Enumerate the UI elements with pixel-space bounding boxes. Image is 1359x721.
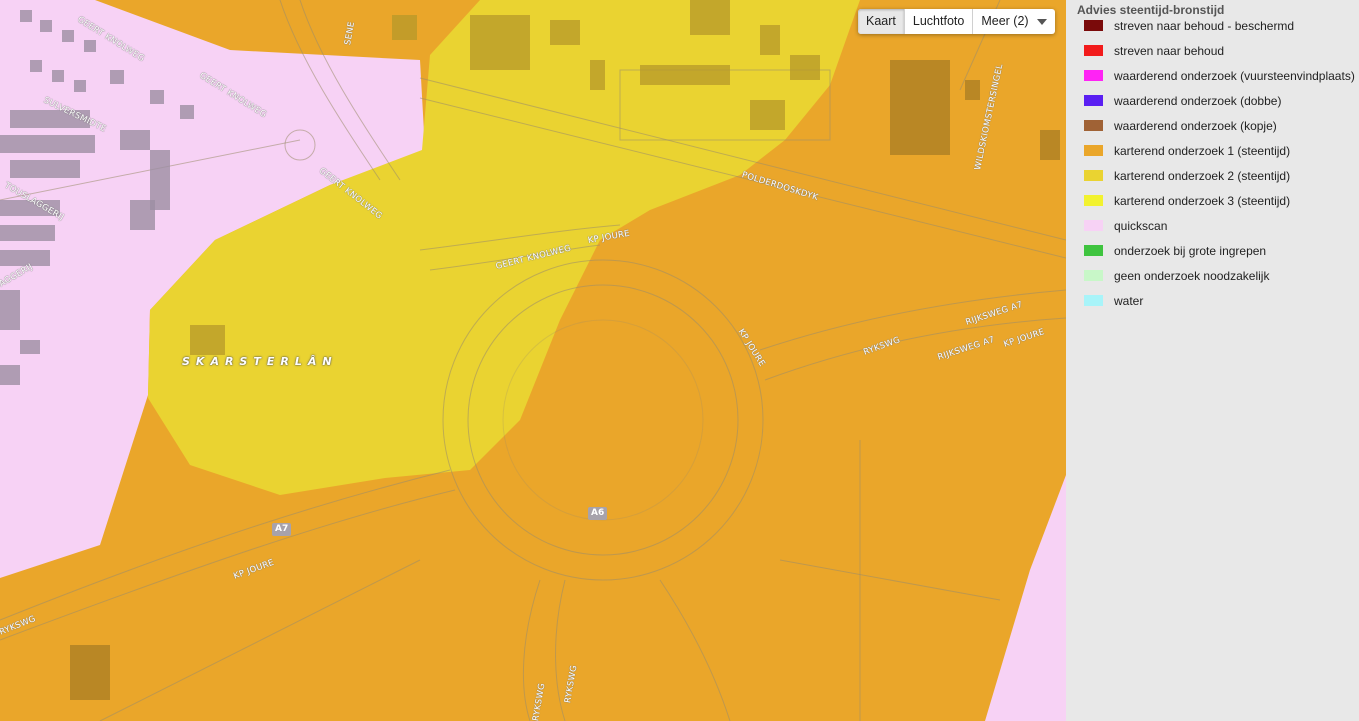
legend-swatch xyxy=(1084,20,1103,31)
meer-label: Meer (2) xyxy=(981,14,1029,28)
legend-item: geen onderzoek noodzakelijk xyxy=(1084,263,1269,288)
legend-panel: Advies steentijd-bronstijd streven naar … xyxy=(1066,0,1359,721)
legend-label: karterend onderzoek 2 (steentijd) xyxy=(1114,168,1291,183)
legend-item: quickscan xyxy=(1084,213,1167,238)
legend-swatch xyxy=(1084,170,1103,181)
legend-label: waarderend onderzoek (vuursteenvindplaat… xyxy=(1114,68,1355,83)
map-type-luchtfoto-button[interactable]: Luchtfoto xyxy=(905,9,974,34)
legend-item: streven naar behoud - beschermd xyxy=(1084,13,1294,38)
legend-swatch xyxy=(1084,245,1103,256)
legend-label: waarderend onderzoek (dobbe) xyxy=(1114,93,1282,108)
legend-swatch xyxy=(1084,195,1103,206)
legend-item: karterend onderzoek 3 (steentijd) xyxy=(1084,188,1290,213)
legend-item: streven naar behoud xyxy=(1084,38,1224,63)
legend-label: onderzoek bij grote ingrepen xyxy=(1114,243,1267,258)
legend-item: karterend onderzoek 1 (steentijd) xyxy=(1084,138,1290,163)
legend-item: waarderend onderzoek (vuursteenvindplaat… xyxy=(1084,63,1355,88)
legend-item: water xyxy=(1084,288,1143,313)
legend-swatch xyxy=(1084,145,1103,156)
map-canvas[interactable] xyxy=(0,0,1066,721)
legend-swatch xyxy=(1084,295,1103,306)
legend-swatch xyxy=(1084,70,1103,81)
legend-item: waarderend onderzoek (dobbe) xyxy=(1084,88,1281,113)
map-view[interactable]: SKARSTERLÂN GEERT KNOLWEG GEERT KNOLWEG … xyxy=(0,0,1066,721)
place-label-skarsterlan: SKARSTERLÂN xyxy=(182,355,338,368)
legend-label: streven naar behoud - beschermd xyxy=(1114,18,1295,33)
legend-item: onderzoek bij grote ingrepen xyxy=(1084,238,1266,263)
legend-label: water xyxy=(1114,293,1144,308)
legend-swatch xyxy=(1084,220,1103,231)
legend-label: karterend onderzoek 1 (steentijd) xyxy=(1114,143,1291,158)
legend-swatch xyxy=(1084,45,1103,56)
zone-quickscan-east[interactable] xyxy=(985,475,1066,721)
legend-label: quickscan xyxy=(1114,218,1168,233)
legend-label: geen onderzoek noodzakelijk xyxy=(1114,268,1270,283)
legend-label: waarderend onderzoek (kopje) xyxy=(1114,118,1277,133)
legend-label: streven naar behoud xyxy=(1114,43,1225,58)
map-type-meer-dropdown[interactable]: Meer (2) xyxy=(973,9,1054,34)
legend-label: karterend onderzoek 3 (steentijd) xyxy=(1114,193,1291,208)
road-shield-a7: A7 xyxy=(272,523,292,536)
map-type-control: Kaart Luchtfoto Meer (2) xyxy=(858,9,1055,34)
chevron-down-icon xyxy=(1036,18,1047,25)
legend-swatch xyxy=(1084,95,1103,106)
legend-item: karterend onderzoek 2 (steentijd) xyxy=(1084,163,1290,188)
legend-swatch xyxy=(1084,270,1103,281)
legend-swatch xyxy=(1084,120,1103,131)
legend-item: waarderend onderzoek (kopje) xyxy=(1084,113,1277,138)
map-type-kaart-button[interactable]: Kaart xyxy=(858,9,905,34)
road-shield-a6: A6 xyxy=(588,507,608,520)
